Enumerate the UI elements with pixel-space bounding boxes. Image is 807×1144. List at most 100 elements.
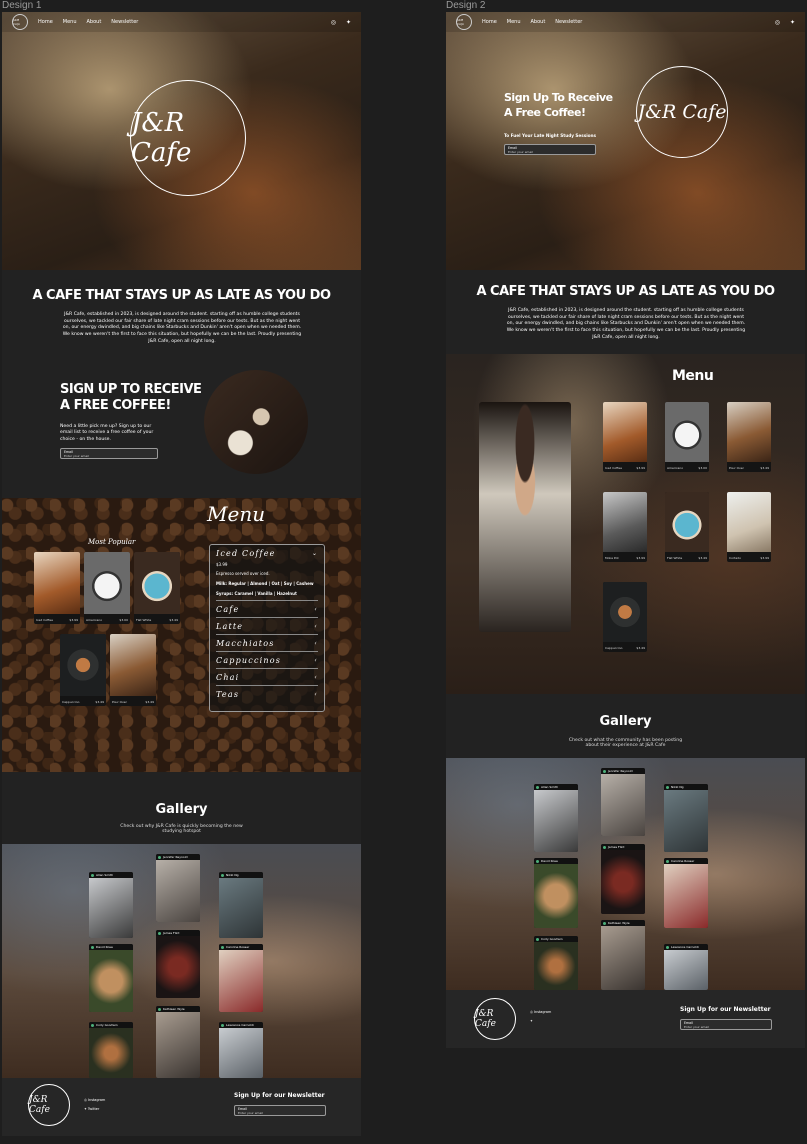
footer-logo: J&R Cafe — [28, 1084, 70, 1126]
nav-link-menu[interactable]: Menu — [507, 19, 521, 25]
accordion-item-chai[interactable]: Chai ‹ — [216, 669, 318, 686]
nav-link-home[interactable]: Home — [482, 19, 497, 25]
menu-card-cappuccino[interactable]: Cappuccino $3.49 — [603, 582, 647, 652]
hero-signup-title-line-1: Sign Up To Receive — [504, 91, 613, 104]
footer-logo: J&R Cafe — [474, 998, 516, 1040]
gallery-post[interactable]: David Rose — [89, 944, 133, 1012]
item-name: Cappuccino — [605, 646, 623, 650]
instagram-icon[interactable]: ◎ — [775, 19, 780, 26]
nav-link-newsletter[interactable]: Newsletter — [111, 19, 138, 25]
accordion-item-cappuccinos[interactable]: Cappuccinos ‹ — [216, 652, 318, 669]
menu-card-americano[interactable]: Americano $3.00 — [665, 402, 709, 472]
item-price: $3.49 — [636, 646, 645, 650]
item-price: $3.99 — [636, 556, 645, 560]
hero-logo: J&R Cafe — [130, 80, 246, 196]
about-body: J&R Cafe, established in 2023, is design… — [62, 312, 302, 344]
menu-title: Menu — [207, 502, 266, 526]
gallery-post[interactable]: Kathleen Wyle — [156, 1006, 200, 1078]
about-title: A Cafe That Stays Up As Late As You Do — [32, 288, 331, 303]
item-name: Iced Coffee — [605, 466, 622, 470]
item-name: Americano — [667, 466, 684, 470]
post-username: Caroline Rosser — [671, 859, 695, 863]
nav-logo[interactable]: J&R Cafe — [12, 14, 28, 30]
footer-instagram-link[interactable]: ◎ Instagram — [530, 1008, 551, 1017]
gallery-post[interactable]: David Rose — [534, 858, 578, 928]
hero-logo: J&R Cafe — [636, 66, 728, 158]
gallery-post[interactable]: Allan Smith — [89, 872, 133, 938]
post-username: Jennifer Reynold — [608, 769, 633, 773]
gallery-subtitle-line-2: studying hotspot — [162, 829, 201, 834]
item-price: $3.49 — [95, 700, 104, 704]
post-username: David Rose — [96, 945, 113, 949]
footer-twitter-link[interactable]: ✦ — [530, 1017, 551, 1026]
gallery-post[interactable]: Caroline Rosser — [664, 858, 708, 928]
twitter-icon[interactable]: ✦ — [346, 19, 351, 26]
popular-card-flat-white[interactable]: Flat White $3.49 — [134, 552, 180, 624]
email-placeholder: Enter your email — [684, 1025, 709, 1029]
accordion-label: Latte — [216, 621, 244, 631]
post-username: Allan Smith — [541, 785, 559, 789]
menu-card-moka-pot[interactable]: Moka Pot $3.99 — [603, 492, 647, 562]
accordion-header-iced-coffee[interactable]: Iced Coffee ⌄ — [216, 545, 318, 562]
gallery-post[interactable]: Lawrence Carnoldi — [664, 944, 708, 990]
popular-card-americano[interactable]: Americano $3.00 — [84, 552, 130, 624]
instagram-icon[interactable]: ◎ — [331, 19, 336, 26]
popular-card-pour-over[interactable]: Pour Over $3.49 — [110, 634, 156, 706]
nav-link-newsletter[interactable]: Newsletter — [555, 19, 582, 25]
signup-email-field[interactable]: Email Enter your email — [60, 448, 158, 459]
menu-card-flat-white[interactable]: Flat White $3.49 — [665, 492, 709, 562]
item-name: Cortado — [729, 556, 741, 560]
footer-email-field[interactable]: Email Enter your email — [680, 1019, 772, 1030]
gallery-post[interactable]: Jennifer Reynold — [601, 768, 645, 836]
gallery-post[interactable]: James Flint — [601, 844, 645, 914]
gallery-post[interactable]: Cody Goodwin — [89, 1022, 133, 1078]
post-username: James Flint — [163, 931, 180, 935]
popular-card-cappuccino[interactable]: Cappuccino $3.49 — [60, 634, 106, 706]
popular-card-iced-coffee[interactable]: Iced Coffee $3.99 — [34, 552, 80, 624]
gallery-post[interactable]: Jennifer Reynold — [156, 854, 200, 922]
footer-newsletter-title: Sign Up for our Newsletter — [234, 1092, 325, 1099]
footer-instagram-link[interactable]: ◎ Instagram — [84, 1096, 105, 1105]
signup-body: Need a little pick me up? Sign up to our… — [60, 424, 154, 442]
nav-link-about[interactable]: About — [87, 19, 102, 25]
nav-link-menu[interactable]: Menu — [63, 19, 77, 25]
signup-title: Sign Up To Receive A Free Coffee! — [60, 382, 202, 413]
nav-link-about[interactable]: About — [531, 19, 546, 25]
accordion-item-cafe[interactable]: Cafe ‹ — [216, 601, 318, 618]
gallery-background: Allan Smith Jennifer Reynold Nikki Ng Da… — [446, 758, 805, 990]
item-name: Cappuccino — [62, 700, 80, 704]
accordion-label: Chai — [216, 672, 240, 682]
gallery-post[interactable]: Allan Smith — [534, 784, 578, 852]
accordion-item-macchiatos[interactable]: Macchiatos ‹ — [216, 635, 318, 652]
nav-logo[interactable]: J&R Cafe — [456, 14, 472, 30]
accordion-open-item[interactable]: Iced Coffee ⌄ $3.99 Espresso served over… — [216, 545, 318, 601]
menu-title: Menu — [672, 368, 714, 384]
footer-twitter-link[interactable]: ✦ Twitter — [84, 1105, 105, 1114]
gallery-post[interactable]: Nikki Ng — [219, 872, 263, 938]
menu-card-iced-coffee[interactable]: Iced Coffee $3.99 — [603, 402, 647, 472]
menu-card-cortado[interactable]: Cortado $3.99 — [727, 492, 771, 562]
signup-title-line-2: A Free Coffee! — [60, 397, 171, 413]
accordion-item-latte[interactable]: Latte ‹ — [216, 618, 318, 635]
accordion-label: Cafe — [216, 604, 240, 614]
post-username: Nikki Ng — [226, 873, 239, 877]
menu-card-pour-over[interactable]: Pour Over $3.49 — [727, 402, 771, 472]
item-price: $3.99 — [760, 556, 769, 560]
twitter-icon[interactable]: ✦ — [790, 19, 795, 26]
chevron-left-icon: ‹ — [314, 622, 318, 630]
footer-email-field[interactable]: Email Enter your email — [234, 1105, 326, 1116]
email-placeholder: Enter your email — [508, 150, 533, 154]
design-2-frame: J&R Cafe Home Menu About Newsletter ◎ ✦ … — [446, 12, 805, 1048]
gallery-post[interactable]: Nikki Ng — [664, 784, 708, 852]
gallery-post[interactable]: Caroline Rosser — [219, 944, 263, 1012]
hero-email-field[interactable]: Email Enter your email — [504, 144, 596, 155]
gallery-post[interactable]: Lawrence Carnoldi — [219, 1022, 263, 1078]
nav-link-home[interactable]: Home — [38, 19, 53, 25]
gallery-post[interactable]: Cody Goodwin — [534, 936, 578, 990]
gallery-post[interactable]: James Flint — [156, 930, 200, 998]
accordion-item-teas[interactable]: Teas ‹ — [216, 686, 318, 703]
gallery-post[interactable]: Kathleen Wyle — [601, 920, 645, 990]
item-price: $3.49 — [760, 466, 769, 470]
post-username: James Flint — [608, 845, 625, 849]
chevron-left-icon: ‹ — [314, 673, 318, 681]
